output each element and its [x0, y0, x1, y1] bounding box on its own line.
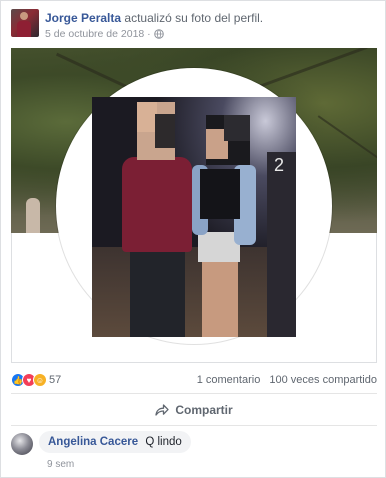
commenter-name-link[interactable]: Angelina Cacere	[48, 436, 138, 448]
pixel-block	[155, 114, 175, 148]
comment-time-link[interactable]: 9 sem	[47, 459, 74, 470]
photo-person-right	[267, 152, 296, 337]
share-button-label: Compartir	[175, 403, 233, 417]
commenter-avatar[interactable]	[11, 433, 33, 455]
photo-ground	[92, 247, 296, 337]
post-date-link[interactable]: 5 de octubre de 2018 ·	[45, 28, 151, 40]
photo-woman-legs	[202, 262, 238, 337]
photo-woman-top	[200, 169, 240, 219]
cover-branch	[317, 115, 377, 163]
reaction-count[interactable]: 57	[49, 374, 61, 386]
cover-person	[26, 198, 40, 233]
divider	[11, 425, 377, 426]
post-action-text: actualizó su foto del perfil.	[124, 11, 264, 25]
post-header: Jorge Peralta actualizó su foto del perf…	[11, 9, 375, 43]
reactions-bar: 👍 ♥ ☺ 57 1 comentario 100 veces comparti…	[11, 371, 377, 389]
profile-picture[interactable]: 2	[92, 97, 296, 337]
reaction-icons[interactable]: 👍 ♥ ☺	[11, 373, 47, 387]
photo-man-shirt	[122, 157, 192, 252]
comment-bubble: Angelina Cacere Q lindo	[39, 431, 191, 453]
photo-man-jeans	[130, 247, 185, 337]
share-arrow-icon	[155, 404, 169, 416]
feed-post: Jorge Peralta actualizó su foto del perf…	[0, 0, 386, 478]
globe-icon	[153, 29, 164, 39]
comments-count-link[interactable]: 1 comentario	[197, 374, 261, 386]
haha-icon: ☺	[33, 373, 47, 387]
comment-text: Q lindo	[145, 436, 182, 448]
shares-count-link[interactable]: 100 veces compartido	[269, 374, 377, 386]
author-avatar[interactable]	[11, 9, 39, 37]
engagement-stats: 1 comentario 100 veces compartido	[191, 374, 377, 386]
photo-woman-face-pixelated	[206, 115, 250, 165]
jersey-number: 2	[274, 155, 285, 175]
photo-man-face-pixelated	[137, 102, 175, 160]
comment-item: Angelina Cacere Q lindo 9 sem	[11, 431, 377, 471]
pixel-block	[137, 102, 157, 132]
post-meta: 5 de octubre de 2018 ·	[45, 28, 164, 40]
share-button[interactable]: Compartir	[11, 397, 377, 423]
post-title-line: Jorge Peralta actualizó su foto del perf…	[45, 11, 263, 25]
divider	[11, 393, 377, 394]
author-name-link[interactable]: Jorge Peralta	[45, 11, 121, 25]
pixel-block	[224, 115, 250, 141]
